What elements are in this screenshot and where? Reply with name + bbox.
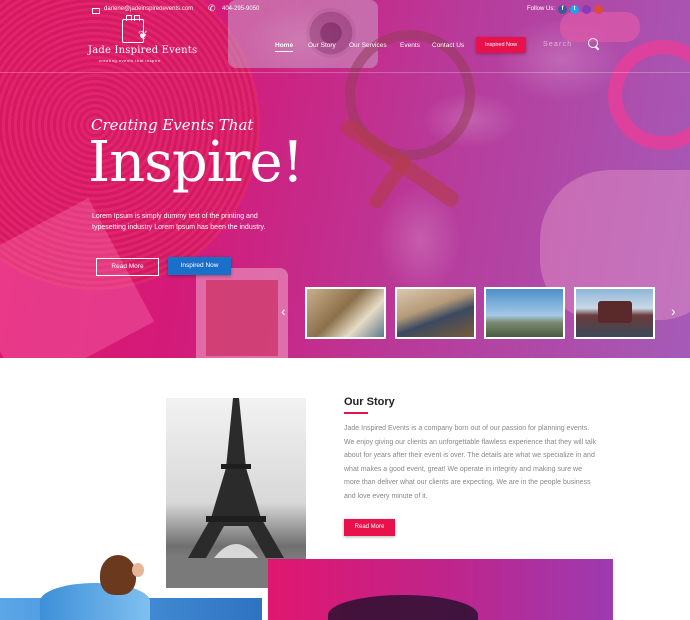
woman-blue-dress-image [40,555,160,620]
butterfly-icon: ❦ [138,28,149,42]
nav-our-services[interactable]: Our Services [349,42,387,49]
story-read-more-button[interactable]: Read More [344,519,395,536]
our-story-title: Our Story [344,396,395,408]
instagram-icon[interactable] [582,5,591,14]
hero-read-more-button[interactable]: Read More [96,258,159,276]
hero-description: Lorem Ipsum is simply dummy text of the … [92,213,266,231]
phone-icon: ✆ [208,3,216,13]
title-underline [344,412,368,414]
follow-us-label: Follow Us: [527,6,556,12]
nav-divider [0,72,690,73]
facebook-icon[interactable]: f [558,5,567,14]
gallery-thumbnail[interactable] [395,287,476,339]
contact-email[interactable]: darlene@jadeinspiredevents.com [104,6,193,12]
logo-tagline: creating events that inspire [99,58,161,63]
twitter-icon[interactable]: t [570,5,579,14]
contact-phone[interactable]: 404-295-9050 [222,6,259,12]
chevron-right-icon[interactable]: › [671,304,676,318]
hero-headline: Inspire! [88,130,304,195]
logo-name: Jade Inspired Events [88,45,198,56]
nav-inspired-now-button[interactable]: Inspired Now [476,37,526,53]
nav-our-story[interactable]: Our Story [308,42,336,49]
nav-home[interactable]: Home [275,42,294,52]
our-story-text: Jade Inspired Events is a company born o… [344,425,597,500]
search-icon[interactable] [588,38,600,52]
hero-inspired-now-button[interactable]: Inspired Now [168,257,231,275]
google-plus-icon[interactable] [594,5,603,14]
gallery-thumbnail[interactable] [484,287,565,339]
smartphone-image [196,268,288,358]
gallery-thumbnail[interactable] [305,287,386,339]
mail-icon [92,8,100,14]
nav-contact-us[interactable]: Contact Us [432,42,464,49]
search-input[interactable]: Search [543,41,572,48]
nav-events[interactable]: Events [400,42,420,49]
gallery-thumbnail[interactable] [574,287,655,339]
colosseum-banner-image [268,559,613,620]
chevron-left-icon[interactable]: ‹ [281,304,286,318]
colosseum-silhouette [328,595,478,620]
top-contact-bar: darlene@jadeinspiredevents.com ✆ 404-295… [0,0,690,24]
